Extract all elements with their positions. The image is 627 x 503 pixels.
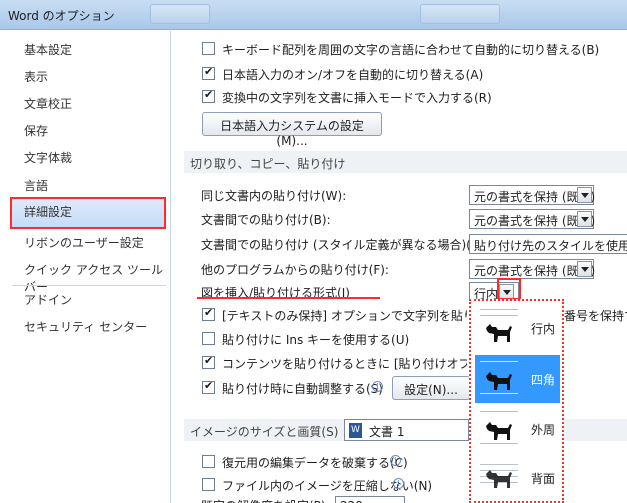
sidebar-item-ribbon[interactable]: リボンのユーザー設定 [10,228,166,254]
sidebar-item-trust-center[interactable]: セキュリティ センター [10,312,166,338]
checkbox-insert-mode[interactable] [202,88,215,103]
wrap-style-dropdown: 行内 四角 外周 背面 [469,299,564,503]
default-resolution-value: 220 [340,499,363,503]
ime-settings-button[interactable]: 日本語入力システムの設定(M)... [202,112,382,148]
info-icon: i [390,455,401,466]
inline-dog-icon [480,308,518,348]
sidebar-item-advanced[interactable]: 詳細設定 [10,197,166,229]
paste-other-programs-select[interactable]: 元の書式を保持 (既定) [469,259,595,279]
info-icon: i [372,381,383,392]
checkbox-keyboard-switch[interactable] [202,42,215,55]
chevron-down-icon[interactable] [577,261,592,277]
checkbox-paste-options-button-label: コンテンツを貼り付けるときに [貼り付けオプション] ボタ [222,357,467,371]
image-section-title: イメージのサイズと画質(S) [190,425,339,439]
sidebar-item-proofing[interactable]: 文章校正 [10,89,166,115]
paste-style-conflict-value: 貼り付け先のスタイルを使用 (既 [474,239,627,253]
annotation-underline [197,297,380,299]
image-document-value: 文書 1 [369,425,405,439]
paste-section-header: 切り取り、コピー、貼り付け [184,151,627,173]
checkbox-use-insert-key-label: 貼り付けに Ins キーを使用する(U) [222,333,410,347]
chevron-down-icon[interactable] [577,211,592,227]
chevron-down-icon[interactable] [577,187,592,203]
sidebar-item-display[interactable]: 表示 [10,62,166,88]
paste-other-programs-label: 他のプログラムからの貼り付け(F): [201,263,389,277]
paste-style-conflict-label: 文書間での貼り付け (スタイル定義が異なる場合)(E): [201,238,488,252]
square-dog-icon [480,359,518,399]
image-document-select[interactable]: W 文書 1 [344,419,469,441]
paste-same-doc-label: 同じ文書内の貼り付け(W): [201,189,347,203]
keep-bullets-trailing-text: 番号を保持す [564,309,627,323]
sidebar-item-addins[interactable]: アドイン [10,285,166,311]
title-bar: Word のオプション [0,0,627,30]
wrap-option-tight-label: 外周 [531,423,556,437]
behind-dog-icon [480,458,518,498]
checkbox-insert-mode-label: 変換中の文字列を文書に挿入モードで入力する(R) [222,91,492,105]
sidebar: 基本設定 表示 文章校正 保存 文字体裁 言語 詳細設定 リボンのユーザー設定 … [0,31,171,503]
checkbox-discard-editing-data-label: 復元用の編集データを破棄する(C) [222,456,408,470]
checkbox-no-compress[interactable] [202,478,215,491]
sidebar-item-language[interactable]: 言語 [10,171,166,197]
checkbox-keep-text-only-label: [テキストのみ保持] オプションで文字列を貼り付けるとき [222,309,467,323]
paste-style-conflict-select[interactable]: 貼り付け先のスタイルを使用 (既 [469,234,627,254]
checkbox-ime-auto-label: 日本語入力のオン/オフを自動的に切り替える(A) [222,68,484,82]
wrap-option-inline[interactable]: 行内 [475,304,560,352]
title-chrome-left [150,4,210,24]
wrap-option-inline-label: 行内 [531,322,556,336]
checkbox-paste-options-button[interactable] [202,354,215,369]
sidebar-item-basic[interactable]: 基本設定 [10,35,166,61]
sidebar-item-save[interactable]: 保存 [10,116,166,142]
info-icon: i [393,478,404,489]
smart-paste-settings-button[interactable]: 設定(N)... [392,376,470,400]
checkbox-smart-cut-paste-label: 貼り付け時に自動調整する(S) [222,382,383,396]
window-title: Word のオプション [8,9,115,23]
default-resolution-label: 既定の解像度を設定(P): [201,498,330,503]
tight-dog-icon [480,409,518,449]
paste-same-doc-select[interactable]: 元の書式を保持 (既定) [469,185,595,205]
checkbox-smart-cut-paste[interactable] [202,379,215,394]
wrap-option-tight[interactable]: 外周 [475,405,560,453]
checkbox-keyboard-switch-label: キーボード配列を周囲の文字の言語に合わせて自動的に切り替える(B) [222,43,600,57]
wrap-option-square[interactable]: 四角 [475,355,560,403]
paste-between-docs-select[interactable]: 元の書式を保持 (既定) [469,209,595,229]
default-resolution-select[interactable]: 220 [335,496,405,503]
checkbox-discard-editing-data[interactable] [202,455,215,468]
annotation-arrow-highlight [497,278,521,300]
options-panel: キーボード配列を周囲の文字の言語に合わせて自動的に切り替える(B) 日本語入力の… [172,31,627,503]
word-document-icon: W [349,423,362,438]
sidebar-item-typography[interactable]: 文字体裁 [10,143,166,169]
sidebar-item-qat[interactable]: クイック アクセス ツール バー [10,255,166,294]
wrap-option-square-label: 四角 [531,373,556,387]
checkbox-ime-auto[interactable] [202,65,215,80]
checkbox-use-insert-key[interactable] [202,332,215,345]
wrap-option-behind[interactable]: 背面 [475,454,560,502]
title-chrome-right [420,4,500,24]
checkbox-keep-text-only[interactable] [202,306,215,321]
wrap-option-behind-label: 背面 [531,472,556,486]
paste-between-docs-label: 文書間での貼り付け(B): [201,213,331,227]
